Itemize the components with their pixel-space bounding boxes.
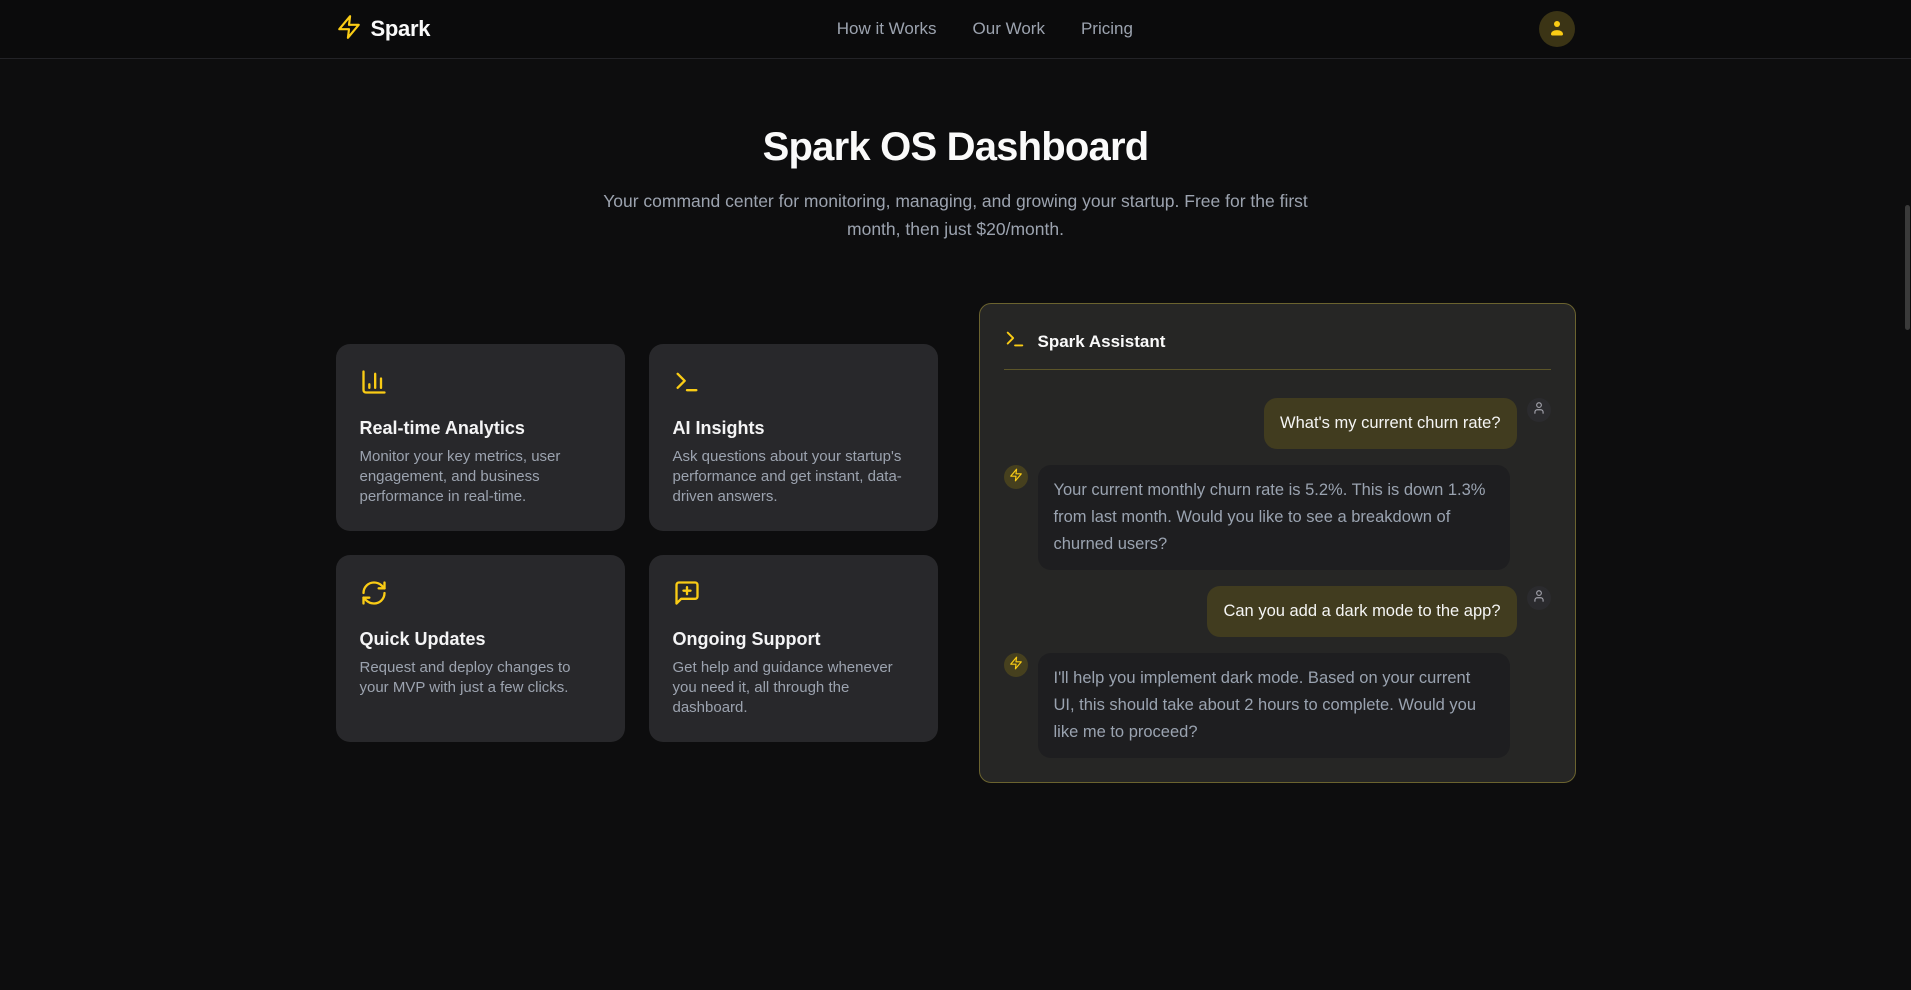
brand-name: Spark — [371, 16, 431, 42]
panel-divider — [1004, 369, 1551, 370]
chat-message-assistant: I'll help you implement dark mode. Based… — [1004, 653, 1551, 758]
feature-title: Real-time Analytics — [360, 418, 601, 439]
message-square-plus-icon — [673, 579, 914, 612]
assistant-panel-title: Spark Assistant — [1038, 332, 1166, 352]
nav-container: Spark How it Works Our Work Pricing — [316, 11, 1596, 47]
feature-title: AI Insights — [673, 418, 914, 439]
top-nav: Spark How it Works Our Work Pricing — [0, 0, 1911, 59]
user-avatar — [1527, 398, 1551, 422]
feature-description: Get help and guidance whenever you need … — [673, 658, 914, 718]
user-icon — [1532, 589, 1546, 608]
main-content: Real-time Analytics Monitor your key met… — [316, 303, 1596, 783]
feature-title: Quick Updates — [360, 629, 601, 650]
refresh-icon — [360, 579, 601, 612]
nav-link-our-work[interactable]: Our Work — [973, 19, 1045, 39]
feature-card-ongoing-support: Ongoing Support Get help and guidance wh… — [649, 555, 938, 742]
terminal-icon — [1004, 328, 1026, 355]
zap-icon — [336, 14, 362, 45]
chat-message-user: What's my current churn rate? — [1004, 398, 1551, 449]
assistant-avatar — [1004, 465, 1028, 489]
hero-subtitle: Your command center for monitoring, mana… — [596, 187, 1316, 243]
spark-assistant-panel: Spark Assistant What's my current churn … — [979, 303, 1576, 783]
page-title: Spark OS Dashboard — [0, 123, 1911, 171]
feature-description: Monitor your key metrics, user engagemen… — [360, 447, 601, 507]
feature-card-quick-updates: Quick Updates Request and deploy changes… — [336, 555, 625, 742]
assistant-message-bubble: I'll help you implement dark mode. Based… — [1038, 653, 1510, 758]
assistant-avatar — [1004, 653, 1028, 677]
account-avatar-button[interactable] — [1539, 11, 1575, 47]
chat-message-assistant: Your current monthly churn rate is 5.2%.… — [1004, 465, 1551, 570]
assistant-message-bubble: Your current monthly churn rate is 5.2%.… — [1038, 465, 1510, 570]
hero-section: Spark OS Dashboard Your command center f… — [0, 123, 1911, 243]
user-message-bubble: What's my current churn rate? — [1264, 398, 1516, 449]
chat-messages: What's my current churn rate? Your curre… — [1004, 398, 1551, 758]
feature-title: Ongoing Support — [673, 629, 914, 650]
feature-description: Ask questions about your startup's perfo… — [673, 447, 914, 507]
chart-column-icon — [360, 368, 601, 401]
chat-message-user: Can you add a dark mode to the app? — [1004, 586, 1551, 637]
feature-description: Request and deploy changes to your MVP w… — [360, 658, 601, 698]
zap-icon — [1009, 468, 1023, 487]
zap-icon — [1009, 656, 1023, 675]
user-message-bubble: Can you add a dark mode to the app? — [1207, 586, 1516, 637]
user-icon — [1547, 18, 1567, 41]
feature-card-ai-insights: AI Insights Ask questions about your sta… — [649, 344, 938, 531]
user-icon — [1532, 401, 1546, 420]
nav-links: How it Works Our Work Pricing — [837, 19, 1133, 39]
assistant-panel-header: Spark Assistant — [1004, 328, 1551, 355]
feature-card-real-time-analytics: Real-time Analytics Monitor your key met… — [336, 344, 625, 531]
user-avatar — [1527, 586, 1551, 610]
brand-logo[interactable]: Spark — [336, 14, 431, 45]
terminal-icon — [673, 368, 914, 401]
feature-grid: Real-time Analytics Monitor your key met… — [336, 344, 938, 742]
scrollbar-thumb[interactable] — [1905, 205, 1910, 330]
nav-link-pricing[interactable]: Pricing — [1081, 19, 1133, 39]
nav-link-how-it-works[interactable]: How it Works — [837, 19, 937, 39]
